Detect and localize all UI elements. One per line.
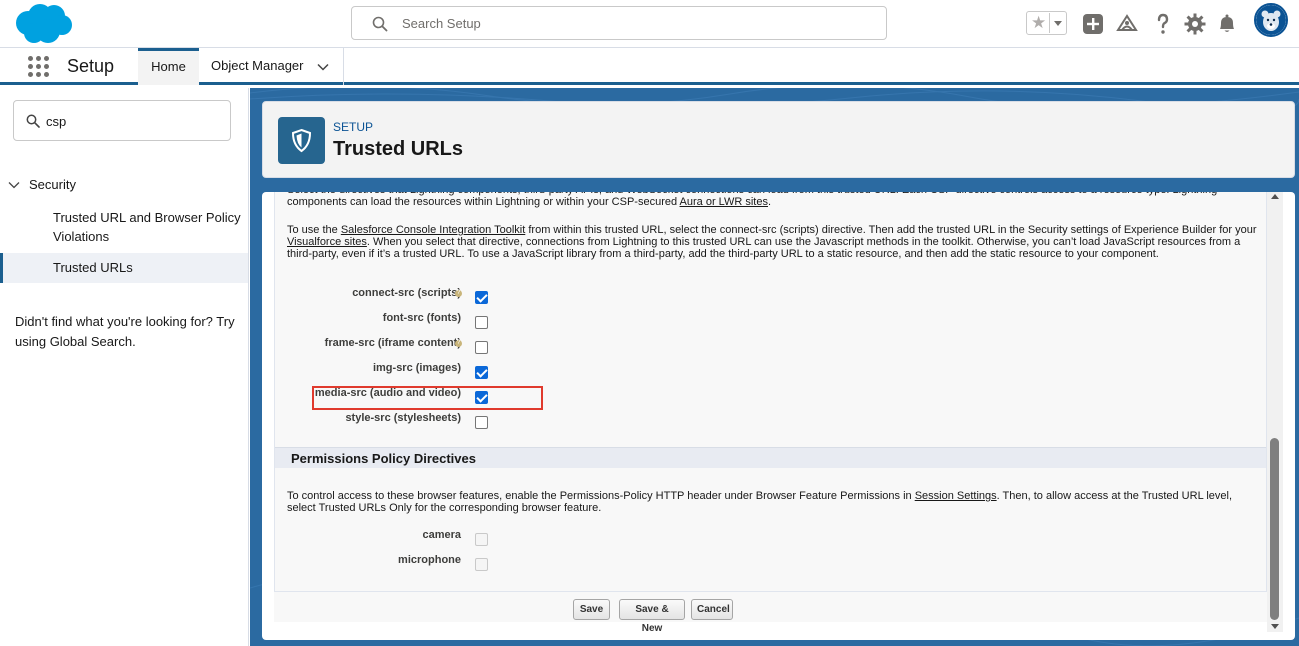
help-icon[interactable]: ? (455, 340, 462, 347)
permissions-text-part: To control access to these browser featu… (287, 490, 915, 502)
csp-intro-part: . (767, 196, 772, 208)
bell-icon[interactable] (1215, 12, 1239, 36)
chevron-down-icon[interactable] (317, 61, 329, 73)
scroll-down-arrow-icon[interactable] (1271, 624, 1279, 629)
add-icon[interactable] (1081, 12, 1105, 36)
app-launcher-icon[interactable] (28, 56, 50, 78)
console-toolkit-text: To use the Salesforce Console Integratio… (287, 224, 1257, 260)
gear-icon[interactable] (1183, 12, 1207, 36)
visualforce-sites-link[interactable]: Visualforce sites (287, 236, 367, 248)
page-eyebrow: SETUP (333, 120, 374, 134)
setup-tree-panel: Security Trusted URL and Browser Policy … (0, 88, 249, 646)
page-title: Trusted URLs (333, 138, 464, 160)
help-icon[interactable]: ? (455, 290, 462, 297)
favorites-dropdown[interactable] (1049, 13, 1065, 33)
csp-intro-text: Select the directives that Lightning com… (287, 192, 1257, 208)
permission-label: camera (422, 529, 461, 541)
highlight-box (312, 386, 543, 410)
camera-checkbox[interactable] (475, 533, 488, 546)
console-toolkit-part: To use the (287, 224, 341, 236)
csp-row-font-src: font-src (fonts) (275, 312, 675, 332)
scrollbar-thumb[interactable] (1270, 438, 1279, 620)
csp-row-img-src: img-src (images) (275, 362, 675, 382)
csp-label: img-src (images) (372, 362, 461, 374)
console-integration-toolkit-link[interactable]: Salesforce Console Integration Toolkit (341, 224, 525, 236)
tree-item-trusted-url-violations[interactable]: Trusted URL and Browser Policy Violation… (0, 208, 248, 246)
csp-label: frame-src (iframe content) (324, 337, 461, 349)
quick-find-box[interactable] (13, 100, 231, 141)
save-and-new-button[interactable]: Save & New (619, 599, 685, 634)
permission-row-microphone: microphone (275, 554, 675, 574)
global-header: ★ (0, 0, 1299, 48)
console-toolkit-part: . When you select that directive, connec… (287, 236, 1241, 260)
cancel-button[interactable]: Cancel (691, 599, 733, 620)
tab-object-manager-label: Object Manager (211, 58, 304, 73)
tab-object-manager[interactable]: Object Manager (199, 48, 344, 85)
trailhead-icon[interactable] (1115, 12, 1139, 36)
microphone-checkbox[interactable] (475, 558, 488, 571)
csp-label: style-src (stylesheets) (345, 412, 461, 424)
shield-icon (278, 117, 325, 164)
frame-src-checkbox[interactable] (475, 341, 488, 354)
tab-home[interactable]: Home (138, 48, 199, 85)
section-title: Permissions Policy Directives (291, 451, 476, 466)
csp-row-frame-src: frame-src (iframe content) ? (275, 337, 675, 357)
session-settings-link[interactable]: Session Settings (915, 490, 997, 502)
star-icon: ★ (1031, 13, 1047, 32)
global-search-box[interactable] (351, 6, 887, 40)
csp-label: font-src (fonts) (382, 312, 461, 324)
tree-section-label: Security (29, 177, 76, 192)
style-src-checkbox[interactable] (475, 416, 488, 429)
permission-row-camera: camera (275, 529, 675, 549)
form-button-bar: Save Save & New Cancel (274, 591, 1267, 634)
search-icon (26, 114, 40, 128)
aura-lwr-sites-link[interactable]: Aura or LWR sites (680, 196, 768, 208)
bear-avatar-icon (1256, 5, 1286, 35)
help-icon[interactable] (1151, 12, 1175, 36)
save-button[interactable]: Save (573, 599, 610, 620)
quick-find-input[interactable] (46, 111, 216, 131)
chevron-down-icon (8, 182, 20, 189)
main-area: SETUP Trusted URLs Select the directives… (250, 88, 1299, 646)
page-header: SETUP Trusted URLs (262, 101, 1295, 178)
app-name: Setup (67, 56, 115, 76)
font-src-checkbox[interactable] (475, 316, 488, 329)
salesforce-logo[interactable] (14, 3, 74, 45)
trusted-url-form-card: Select the directives that Lightning com… (262, 192, 1295, 640)
scroll-up-arrow-icon[interactable] (1271, 194, 1279, 199)
context-bar: Setup Home Object Manager (0, 48, 1299, 85)
search-icon (372, 16, 388, 32)
csp-row-style-src: style-src (stylesheets) (275, 412, 675, 432)
user-avatar[interactable] (1254, 3, 1288, 37)
console-toolkit-part: from within this trusted URL, select the… (525, 224, 1257, 236)
global-search-hint: Didn't find what you're looking for? Try… (15, 314, 235, 349)
img-src-checkbox[interactable] (475, 366, 488, 379)
tree-item-trusted-urls[interactable]: Trusted URLs (0, 253, 248, 283)
permissions-policy-text: To control access to these browser featu… (287, 490, 1257, 514)
trusted-url-form-frame: Select the directives that Lightning com… (274, 192, 1267, 622)
permission-label: microphone (398, 554, 461, 566)
content-scrollbar[interactable] (1267, 192, 1283, 632)
global-search-input[interactable] (402, 13, 862, 33)
connect-src-checkbox[interactable] (475, 291, 488, 304)
csp-row-connect-src: connect-src (scripts) ? (275, 287, 675, 307)
caret-down-icon (1054, 21, 1062, 26)
csp-label: connect-src (scripts) (352, 287, 461, 299)
permissions-policy-section-header: Permissions Policy Directives (275, 447, 1266, 468)
favorites-button[interactable]: ★ (1026, 11, 1067, 35)
